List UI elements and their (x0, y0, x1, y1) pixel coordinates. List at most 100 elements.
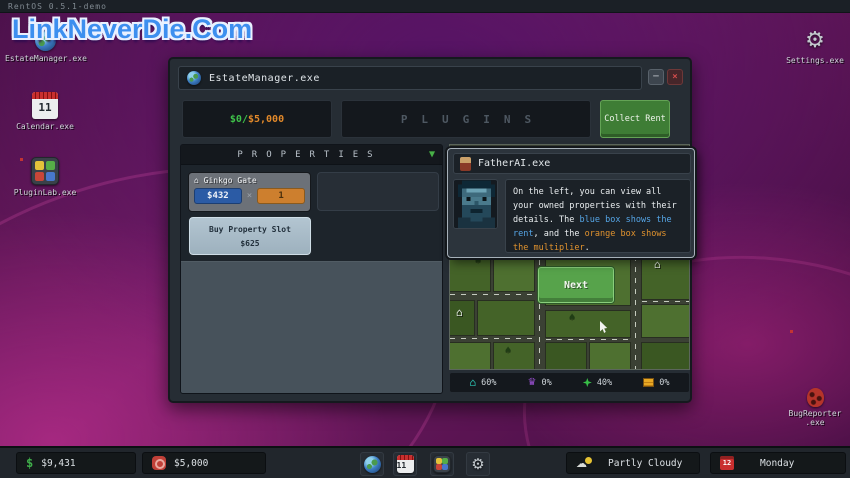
stat-luxury: ♛ 0% (528, 378, 552, 388)
dialog-text-part: , and the (533, 229, 584, 239)
desktop-icon-label: BugReporter (785, 409, 845, 418)
taskbar-app-calendar[interactable]: 11 (393, 452, 417, 476)
map-tile[interactable] (494, 253, 534, 291)
window-titlebar[interactable]: EstateManager.exe (178, 66, 642, 90)
desktop-icon-settings[interactable]: ⚙ Settings.exe (783, 28, 847, 65)
properties-header: PROPERTIES ▼ (181, 145, 442, 165)
map-tile[interactable] (642, 305, 690, 337)
rent-value-chip[interactable]: $432 (194, 188, 242, 204)
plugins-button[interactable]: PLUGINS (341, 100, 591, 138)
property-name: Ginkgo Gate (204, 176, 257, 185)
dialog-titlebar[interactable]: FatherAI.exe (453, 153, 691, 174)
collect-rent-button[interactable]: Collect Rent (600, 100, 670, 138)
desktop-icon-label: EstateManager.exe (5, 54, 85, 63)
taskbar-app-settings[interactable]: ⚙ (466, 452, 490, 476)
bug-icon (807, 388, 824, 407)
calendar-icon-day: 11 (32, 99, 58, 117)
globe-icon (364, 456, 381, 473)
window-title: EstateManager.exe (209, 73, 320, 84)
close-button[interactable]: × (667, 69, 683, 85)
tree-icon: ♠ (504, 347, 512, 356)
house-icon: ⌂ (194, 176, 199, 185)
stat-value: 0% (542, 378, 552, 388)
empty-property-slot (317, 172, 439, 211)
buy-slot-label: Buy Property Slot (209, 225, 291, 234)
dialog-title: FatherAI.exe (478, 158, 550, 169)
balance-current: $0/ (230, 114, 248, 125)
multiplier-chip[interactable]: 1 (257, 188, 305, 204)
stat-nature: 40% (583, 378, 612, 388)
desktop-icon-calendar[interactable]: 11 Calendar.exe (5, 92, 85, 131)
gear-icon: ⚙ (471, 455, 484, 473)
road-lane-line (450, 294, 534, 295)
next-button[interactable]: Next (538, 267, 614, 303)
goal-target-icon (152, 456, 166, 470)
desktop-icon-pluginlab[interactable]: PluginLab.exe (5, 157, 85, 197)
balance-display[interactable]: $0/$5,000 (182, 100, 332, 138)
tree-icon: ♠ (568, 314, 576, 323)
desktop-icon-label: .exe (785, 418, 845, 427)
desktop-icon-bugreporter[interactable]: BugReporter .exe (785, 388, 845, 427)
properties-header-label: PROPERTIES (181, 150, 429, 160)
desktop-spark (790, 330, 793, 333)
balance-goal: $5,000 (248, 114, 284, 125)
taskbar-money-display: $ $9,431 (16, 452, 136, 474)
pluginlab-icon (31, 157, 59, 185)
taskbar-weather-display: ☁ Partly Cloudy (566, 452, 700, 474)
gear-icon: ⚙ (805, 28, 825, 53)
fatherai-dialog: FatherAI.exe On the left, you can view a… (447, 148, 695, 258)
stat-value: 40% (597, 378, 612, 388)
calendar-icon: 11 (32, 92, 58, 119)
day-label: Monday (760, 458, 794, 469)
map-tile[interactable] (450, 343, 490, 369)
calendar-icon: 11 (397, 455, 414, 473)
buy-property-slot-button[interactable]: Buy Property Slot $625 (189, 217, 311, 255)
taskbar: $ $9,431 $5,000 11 ⚙ ☁ Partly Cloudy 12 … (0, 446, 850, 478)
pluginlab-icon (433, 455, 451, 473)
map-tile[interactable] (546, 311, 630, 337)
road-lane-line (642, 301, 690, 302)
properties-panel: PROPERTIES ▼ ⌂ Ginkgo Gate $432 × 1 Buy … (180, 144, 443, 394)
properties-panel-empty-area (181, 261, 442, 393)
map-tile[interactable] (642, 343, 690, 369)
property-card-ginkgo-gate[interactable]: ⌂ Ginkgo Gate $432 × 1 (188, 172, 311, 212)
map-tile[interactable] (494, 343, 534, 369)
map-tile[interactable] (478, 301, 534, 335)
map-tile[interactable] (546, 343, 586, 369)
map-tile[interactable] (590, 343, 630, 369)
calendar-icon-header (32, 92, 58, 99)
filter-icon[interactable]: ▼ (429, 149, 435, 160)
globe-icon (187, 71, 201, 85)
dialog-text: On the left, you can view all your owned… (505, 179, 691, 253)
dialog-text-part: . (585, 243, 590, 253)
buy-slot-price: $625 (240, 239, 259, 248)
owned-house-icon: ⌂ (654, 259, 661, 270)
taskbar-app-pluginlab[interactable] (430, 452, 454, 476)
desktop-icon-label: PluginLab.exe (5, 188, 85, 197)
road-lane-line (635, 245, 636, 370)
stat-industry: 0% (643, 378, 669, 388)
calendar-icon-day: 11 (397, 460, 414, 471)
os-topbar: RentOS 0.5.1-demo (0, 0, 850, 13)
mini-calendar-icon: 12 (720, 456, 734, 470)
road-lane-line (546, 339, 630, 340)
goal-value: $5,000 (174, 458, 208, 469)
road-lane-line (450, 338, 534, 339)
taskbar-app-estatemanager[interactable] (360, 452, 384, 476)
nature-stat-icon (583, 378, 592, 387)
taskbar-goal-display: $5,000 (142, 452, 266, 474)
owned-house-icon: ⌂ (456, 307, 463, 318)
os-version-label: RentOS 0.5.1-demo (8, 2, 107, 11)
money-value: $9,431 (41, 458, 75, 469)
map-tile[interactable] (450, 253, 490, 291)
map-tile[interactable] (642, 253, 690, 299)
stat-value: 60% (481, 378, 496, 388)
taskbar-date-display: 12 Monday (710, 452, 846, 474)
minimize-button[interactable]: ─ (648, 69, 664, 85)
dollar-icon: $ (26, 457, 33, 469)
desktop-icon-label: Calendar.exe (5, 122, 85, 131)
watermark-text: LinkNeverDie.Com (12, 14, 252, 45)
multiplier-separator: × (247, 191, 252, 201)
pixel-portrait-art (454, 180, 498, 229)
fatherai-avatar-icon (460, 157, 471, 171)
